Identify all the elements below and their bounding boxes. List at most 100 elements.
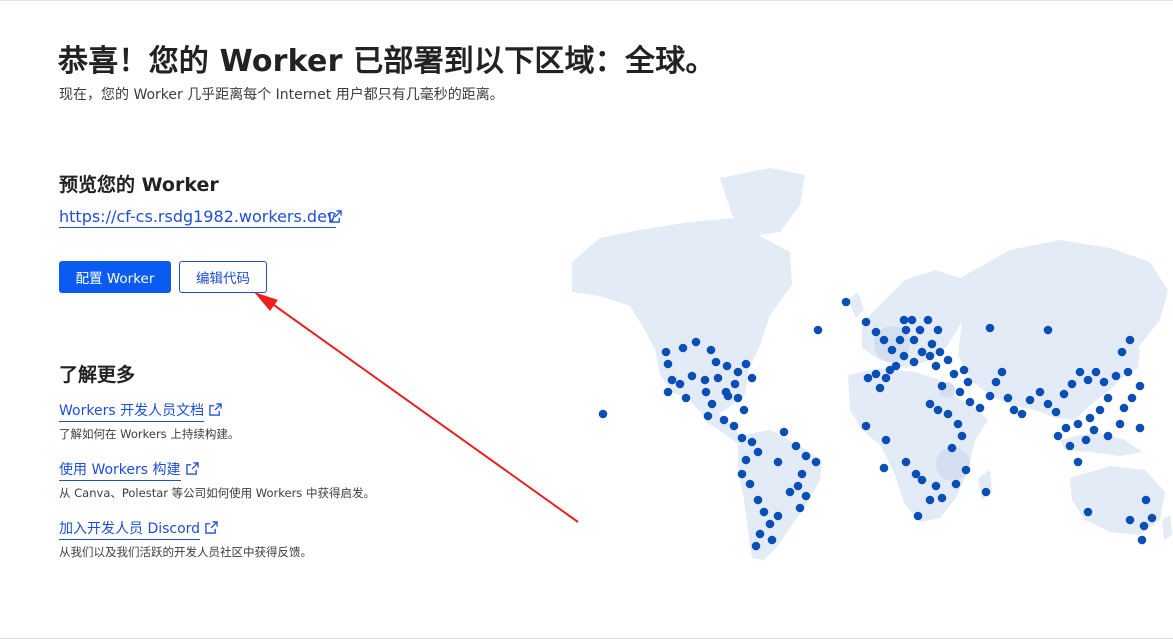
external-link-icon[interactable]: [329, 209, 342, 228]
datacenter-dot: [981, 487, 991, 497]
datacenter-dot: [955, 387, 965, 397]
datacenter-dot: [1067, 379, 1077, 389]
datacenter-dot: [861, 421, 871, 431]
external-link-icon[interactable]: [209, 402, 222, 421]
datacenter-dot: [733, 367, 743, 377]
datacenter-dot: [801, 451, 811, 461]
discord-link[interactable]: 加入开发人员 Discord: [59, 518, 201, 540]
datacenter-dot: [925, 351, 935, 361]
map-landmass: [572, 168, 1172, 560]
datacenter-dot: [933, 405, 943, 415]
datacenter-dot: [881, 373, 891, 383]
external-link-icon[interactable]: [205, 520, 218, 539]
datacenter-dot: [1073, 457, 1083, 467]
datacenter-dot: [1135, 381, 1145, 391]
datacenter-dot: [767, 535, 777, 545]
datacenter-dot: [1147, 513, 1157, 523]
datacenter-dot: [700, 375, 710, 385]
docs-description: 了解如何在 Workers 上持续构建。: [59, 427, 240, 441]
datacenter-dot: [937, 493, 947, 503]
datacenter-dot: [1103, 393, 1113, 403]
datacenter-dot: [899, 315, 909, 325]
datacenter-dot: [937, 381, 947, 391]
datacenter-dot: [663, 359, 673, 369]
datacenter-dot: [933, 325, 943, 335]
worker-url-link[interactable]: https://cf-cs.rsdg1982.workers.dev: [59, 207, 337, 228]
datacenter-dot: [985, 391, 995, 401]
build-with-workers-link[interactable]: 使用 Workers 构建: [59, 459, 181, 481]
datacenter-dot: [917, 347, 927, 357]
datacenter-dot: [943, 409, 953, 419]
edit-code-button[interactable]: 编辑代码: [179, 261, 267, 293]
datacenter-dot: [1081, 435, 1091, 445]
configure-worker-button[interactable]: 配置 Worker: [59, 261, 171, 293]
discord-description: 从我们以及我们活跃的开发人员社区中获得反馈。: [59, 545, 312, 559]
datacenter-dot: [863, 373, 873, 383]
datacenter-dot: [901, 325, 911, 335]
datacenter-dot: [711, 357, 721, 367]
datacenter-dot: [747, 373, 757, 383]
arrow-head: [254, 292, 278, 311]
datacenter-dot: [923, 315, 933, 325]
datacenter-dot: [675, 379, 685, 389]
datacenter-dot: [1083, 375, 1093, 385]
external-link-icon[interactable]: [186, 461, 199, 480]
datacenter-dot: [943, 355, 953, 365]
datacenter-dot: [913, 511, 923, 521]
datacenter-dot: [1091, 367, 1101, 377]
page-title: 恭喜！您的 Worker 已部署到以下区域：全球。: [58, 44, 716, 79]
datacenter-dot: [879, 463, 889, 473]
datacenter-dot: [667, 375, 677, 385]
datacenter-dot: [1073, 419, 1083, 429]
datacenter-dot: [785, 487, 795, 497]
datacenter-dot: [759, 507, 769, 517]
datacenter-dot: [1115, 419, 1125, 429]
datacenter-dot: [895, 335, 905, 345]
datacenter-dot: [1119, 403, 1129, 413]
datacenter-dot: [1099, 377, 1109, 387]
datacenter-dot: [795, 503, 805, 513]
datacenter-dot: [1059, 389, 1069, 399]
datacenter-dot: [871, 327, 881, 337]
page-subtitle: 现在，您的 Worker 几乎距离每个 Internet 用户都只有几毫秒的距离…: [59, 87, 504, 103]
datacenter-dot: [879, 335, 889, 345]
datacenter-dot: [1017, 409, 1027, 419]
datacenter-dot: [1137, 535, 1147, 545]
datacenter-dot: [1135, 423, 1145, 433]
datacenter-dot: [779, 427, 789, 437]
datacenter-dot: [678, 343, 688, 353]
datacenter-dot: [961, 465, 971, 475]
datacenter-dot: [741, 359, 751, 369]
preview-heading: 预览您的 Worker: [59, 174, 219, 196]
datacenter-dot: [1125, 515, 1135, 525]
datacenter-dot: [729, 421, 739, 431]
datacenter-dot: [915, 325, 925, 335]
datacenter-dot: [1141, 495, 1151, 505]
datacenter-dot: [885, 365, 895, 375]
datacenter-dot: [907, 315, 917, 325]
datacenter-dot: [935, 347, 945, 357]
datacenter-dot: [747, 437, 757, 447]
datacenter-dot: [991, 377, 1001, 387]
datacenter-dot: [985, 323, 995, 333]
datacenter-dot: [861, 317, 871, 327]
datacenter-dot: [917, 475, 927, 485]
datacenter-dot: [755, 529, 765, 539]
docs-link[interactable]: Workers 开发人员文档: [59, 400, 205, 422]
datacenter-dot: [965, 397, 975, 407]
datacenter-dot: [927, 339, 937, 349]
datacenter-dot: [1117, 347, 1127, 357]
datacenter-dot: [661, 347, 671, 357]
datacenter-dot: [797, 469, 807, 479]
datacenter-dot: [953, 419, 963, 429]
datacenter-dot: [901, 457, 911, 467]
datacenter-dot: [737, 433, 747, 443]
datacenter-dot: [801, 491, 811, 501]
datacenter-dot: [1065, 441, 1075, 451]
datacenter-dot: [1009, 405, 1019, 415]
datacenter-dot: [1089, 425, 1099, 435]
datacenter-dot: [1085, 413, 1095, 423]
datacenter-dot: [1083, 507, 1093, 517]
datacenter-dot: [925, 495, 935, 505]
datacenter-dot: [681, 393, 691, 403]
